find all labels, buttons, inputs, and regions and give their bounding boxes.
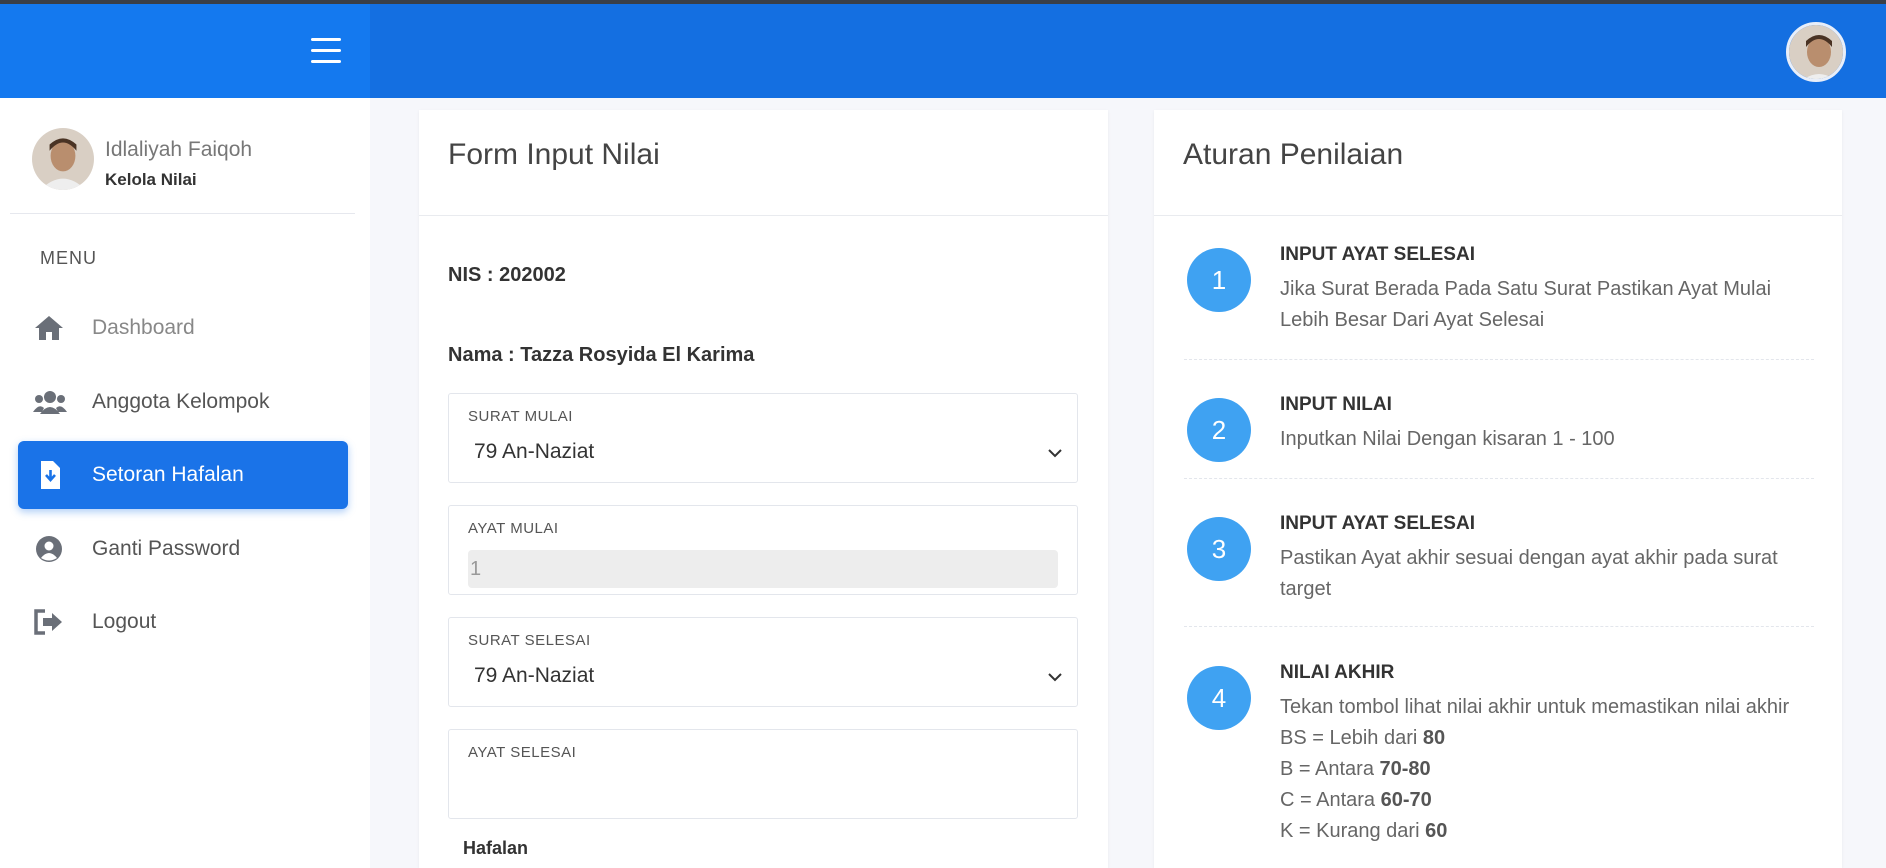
divider xyxy=(1184,359,1814,360)
divider xyxy=(419,215,1108,216)
aturan-penilaian-card: Aturan Penilaian 1 INPUT AYAT SELESAI Ji… xyxy=(1154,110,1842,868)
divider xyxy=(1154,215,1842,216)
grade-value: 60 xyxy=(1425,820,1448,842)
ayat-mulai-group: AYAT MULAI 1 xyxy=(448,505,1078,595)
ayat-mulai-label: AYAT MULAI xyxy=(468,520,559,537)
step-badge: 1 xyxy=(1187,248,1251,312)
card-title: Aturan Penilaian xyxy=(1183,138,1404,171)
grade-value: 60-70 xyxy=(1380,789,1432,811)
ayat-selesai-group: AYAT SELESAI xyxy=(448,729,1078,819)
rule-desc: Pastikan Ayat akhir sesuai dengan ayat a… xyxy=(1280,547,1778,600)
rule-desc-text: Tekan tombol lihat nilai akhir untuk mem… xyxy=(1280,696,1790,718)
chevron-down-icon xyxy=(1046,668,1064,686)
grade-text: C = Antara xyxy=(1280,789,1381,811)
grade-line: K = Kurang dari 60 xyxy=(1280,816,1820,847)
surat-mulai-group: SURAT MULAI 79 An-Naziat xyxy=(448,393,1078,483)
ayat-selesai-label: AYAT SELESAI xyxy=(468,744,577,761)
user-avatar[interactable] xyxy=(1786,22,1846,82)
hafalan-label: Hafalan xyxy=(463,838,529,858)
ayat-selesai-field[interactable] xyxy=(468,774,1058,812)
surat-selesai-select[interactable]: 79 An-Naziat xyxy=(474,664,1064,694)
grade-text: K = Kurang dari xyxy=(1280,820,1426,842)
profile-role: Kelola Nilai xyxy=(105,170,197,189)
grade-line: C = Antara 60-70 xyxy=(1280,785,1820,816)
rule-title: INPUT AYAT SELESAI xyxy=(1280,513,1475,534)
sidebar-item-label: Setoran Hafalan xyxy=(92,463,244,486)
surat-selesai-group: SURAT SELESAI 79 An-Naziat xyxy=(448,617,1078,707)
user-circle-icon xyxy=(33,535,65,563)
divider xyxy=(10,213,355,214)
profile-name: Idlaliyah Faiqoh xyxy=(105,138,253,161)
list-item: 1 INPUT AYAT SELESAI Jika Surat Berada P… xyxy=(1184,238,1812,348)
surat-mulai-select[interactable]: 79 An-Naziat xyxy=(474,440,1064,470)
surat-mulai-value: 79 An-Naziat xyxy=(474,440,595,463)
nis-text: NIS : 202002 xyxy=(448,264,566,286)
page-title: Form Input Nilai xyxy=(448,138,660,171)
sidebar-item-anggota-kelompok[interactable]: Anggota Kelompok xyxy=(18,368,348,436)
chevron-down-icon xyxy=(1046,444,1064,462)
avatar xyxy=(32,128,94,190)
divider xyxy=(1184,478,1814,479)
form-input-nilai-card: Form Input Nilai NIS : 202002 Nama : Taz… xyxy=(419,110,1108,868)
rule-title: INPUT NILAI xyxy=(1280,394,1392,415)
list-item: 4 NILAI AKHIR Tekan tombol lihat nilai a… xyxy=(1184,656,1812,868)
grade-line: BS = Lebih dari 80 xyxy=(1280,723,1820,754)
sidebar-item-ganti-password[interactable]: Ganti Password xyxy=(18,515,348,583)
home-icon xyxy=(33,314,65,342)
rule-desc: Inputkan Nilai Dengan kisaran 1 - 100 xyxy=(1280,428,1615,450)
sidebar-item-logout[interactable]: Logout xyxy=(18,588,348,656)
top-navbar xyxy=(0,4,1886,98)
rule-desc: Jika Surat Berada Pada Satu Surat Pastik… xyxy=(1280,278,1772,331)
step-badge: 2 xyxy=(1187,398,1251,462)
sidebar-item-dashboard[interactable]: Dashboard xyxy=(18,294,348,362)
ayat-mulai-field[interactable]: 1 xyxy=(468,550,1058,588)
list-item: 3 INPUT AYAT SELESAI Pastikan Ayat akhir… xyxy=(1184,507,1812,617)
step-badge: 3 xyxy=(1187,517,1251,581)
grade-line: B = Antara 70-80 xyxy=(1280,754,1820,785)
sidebar-item-label: Anggota Kelompok xyxy=(92,390,270,413)
sidebar-item-setoran-hafalan[interactable]: Setoran Hafalan xyxy=(18,441,348,509)
rule-title: INPUT AYAT SELESAI xyxy=(1280,244,1475,265)
rule-title: NILAI AKHIR xyxy=(1280,662,1395,683)
sidebar-item-label: Logout xyxy=(92,610,157,633)
nama-text: Nama : Tazza Rosyida El Karima xyxy=(448,344,755,366)
surat-mulai-label: SURAT MULAI xyxy=(468,408,573,425)
file-download-icon xyxy=(33,461,65,489)
menu-heading: MENU xyxy=(40,248,97,268)
grade-value: 80 xyxy=(1422,727,1446,749)
divider xyxy=(1184,626,1814,627)
surat-selesai-label: SURAT SELESAI xyxy=(468,632,591,649)
navbar-brand-area xyxy=(0,4,370,98)
list-item: 2 INPUT NILAI Inputkan Nilai Dengan kisa… xyxy=(1184,388,1812,468)
surat-selesai-value: 79 An-Naziat xyxy=(474,664,595,687)
hamburger-icon[interactable] xyxy=(311,38,341,64)
sidebar: Idlaliyah Faiqoh Kelola Nilai MENU Dashb… xyxy=(0,98,370,868)
sidebar-item-label: Dashboard xyxy=(92,316,195,339)
grade-text: B = Antara xyxy=(1280,758,1380,780)
grade-text: BS = Lebih dari xyxy=(1280,727,1423,749)
grade-value: 70-80 xyxy=(1379,758,1431,780)
users-icon xyxy=(33,388,67,416)
sign-out-icon xyxy=(33,608,65,636)
sidebar-profile: Idlaliyah Faiqoh Kelola Nilai xyxy=(32,128,372,190)
rule-desc: Tekan tombol lihat nilai akhir untuk mem… xyxy=(1280,692,1820,847)
sidebar-item-label: Ganti Password xyxy=(92,537,241,560)
step-badge: 4 xyxy=(1187,666,1251,730)
